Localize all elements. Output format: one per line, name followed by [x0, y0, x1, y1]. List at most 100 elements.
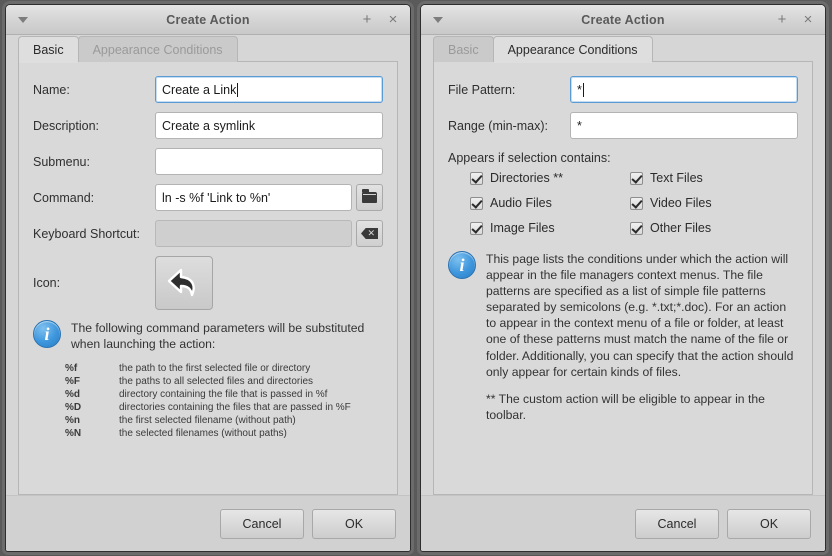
table-row: %n the first selected filename (without …: [33, 414, 383, 427]
close-icon: ×: [389, 12, 398, 27]
tab-appearance-conditions[interactable]: Appearance Conditions: [493, 36, 653, 62]
info-icon: i: [33, 320, 61, 348]
command-browse-button[interactable]: [356, 184, 383, 211]
tabstrip: Basic Appearance Conditions: [6, 35, 410, 62]
description-label: Description:: [33, 119, 155, 133]
description-row: Description: Create a symlink: [33, 112, 383, 139]
table-row: %D directories containing the files that…: [33, 401, 383, 414]
table-row: %f the path to the first selected file o…: [33, 362, 383, 375]
cancel-button[interactable]: Cancel: [635, 509, 719, 539]
ok-button[interactable]: OK: [727, 509, 811, 539]
checkbox-audio-files[interactable]: Audio Files: [470, 196, 630, 210]
icon-label: Icon:: [33, 276, 155, 290]
desktop-background: Create Action + × Basic Appearance Condi…: [0, 0, 832, 556]
checkbox-directories[interactable]: Directories **: [470, 171, 630, 185]
create-action-window-basic: Create Action + × Basic Appearance Condi…: [5, 4, 411, 552]
create-action-window-appearance: Create Action + × Basic Appearance Condi…: [420, 4, 826, 552]
caret-down-icon: [433, 17, 443, 23]
tab-basic-label: Basic: [33, 43, 64, 57]
text-caret: [583, 83, 584, 97]
appearance-conditions-info: i This page lists the conditions under w…: [448, 251, 798, 423]
range-input[interactable]: *: [570, 112, 798, 139]
cancel-button[interactable]: Cancel: [220, 509, 304, 539]
keyboard-shortcut-clear-button[interactable]: ✕: [356, 220, 383, 247]
param-key: %F: [33, 375, 119, 388]
command-parameters-table: %f the path to the first selected file o…: [33, 362, 383, 440]
checkbox-icon: [630, 197, 643, 210]
file-pattern-row: File Pattern: *: [448, 76, 798, 103]
name-input-value: Create a Link: [162, 83, 236, 97]
param-desc: the selected filenames (without paths): [119, 427, 383, 440]
checkbox-directories-label: Directories **: [490, 171, 563, 185]
name-label: Name:: [33, 83, 155, 97]
maximize-button[interactable]: +: [358, 11, 376, 29]
icon-chooser-button[interactable]: [155, 256, 213, 310]
checkbox-other-files[interactable]: Other Files: [630, 221, 798, 235]
name-input[interactable]: Create a Link: [155, 76, 383, 103]
submenu-input[interactable]: [155, 148, 383, 175]
command-input[interactable]: ln -s %f 'Link to %n': [155, 184, 352, 211]
param-desc: directories containing the files that ar…: [119, 401, 383, 414]
appearance-conditions-info-text: This page lists the conditions under whi…: [486, 251, 798, 423]
checkbox-video-files-label: Video Files: [650, 196, 712, 210]
checkbox-text-files-label: Text Files: [650, 171, 703, 185]
checkbox-icon: [470, 197, 483, 210]
titlebar-controls: + ×: [773, 11, 817, 29]
checkbox-video-files[interactable]: Video Files: [630, 196, 798, 210]
command-label: Command:: [33, 191, 155, 205]
keyboard-shortcut-row: Keyboard Shortcut: ✕: [33, 220, 383, 247]
table-row: %d directory containing the file that is…: [33, 388, 383, 401]
command-input-value: ln -s %f 'Link to %n': [162, 191, 270, 205]
param-key: %n: [33, 414, 119, 427]
table-row: %F the paths to all selected files and d…: [33, 375, 383, 388]
keyboard-shortcut-input[interactable]: [155, 220, 352, 247]
selection-contains-label: Appears if selection contains:: [448, 151, 798, 165]
tab-basic[interactable]: Basic: [433, 36, 494, 62]
param-key: %d: [33, 388, 119, 401]
window-menu-button[interactable]: [429, 11, 447, 29]
close-icon: ×: [804, 12, 813, 27]
titlebar[interactable]: Create Action + ×: [421, 5, 825, 35]
param-key: %D: [33, 401, 119, 414]
checkbox-audio-files-label: Audio Files: [490, 196, 552, 210]
checkbox-text-files[interactable]: Text Files: [630, 171, 798, 185]
tab-appearance-conditions-label: Appearance Conditions: [93, 43, 223, 57]
checkbox-icon: [470, 172, 483, 185]
footer-buttons: Cancel OK: [421, 495, 825, 551]
file-pattern-input[interactable]: *: [570, 76, 798, 103]
backspace-clear-icon: ✕: [361, 228, 378, 239]
window-title: Create Action: [421, 13, 825, 27]
checkbox-icon: [470, 222, 483, 235]
command-parameters-info-text: The following command parameters will be…: [71, 320, 383, 352]
titlebar[interactable]: Create Action + ×: [6, 5, 410, 35]
close-button[interactable]: ×: [799, 11, 817, 29]
description-input[interactable]: Create a symlink: [155, 112, 383, 139]
tab-basic[interactable]: Basic: [18, 36, 79, 62]
basic-tab-pane: Name: Create a Link Description: Create …: [18, 62, 398, 495]
footer-buttons: Cancel OK: [6, 495, 410, 551]
file-pattern-label: File Pattern:: [448, 83, 570, 97]
table-row: %N the selected filenames (without paths…: [33, 427, 383, 440]
close-button[interactable]: ×: [384, 11, 402, 29]
param-desc: directory containing the file that is pa…: [119, 388, 383, 401]
window-menu-button[interactable]: [14, 11, 32, 29]
name-row: Name: Create a Link: [33, 76, 383, 103]
tab-appearance-conditions[interactable]: Appearance Conditions: [78, 36, 238, 62]
appearance-conditions-pane: File Pattern: * Range (min-max): * Appea…: [433, 62, 813, 495]
info-paragraph-1: This page lists the conditions under whi…: [486, 251, 798, 380]
window-title: Create Action: [6, 13, 410, 27]
ok-button[interactable]: OK: [312, 509, 396, 539]
param-desc: the paths to all selected files and dire…: [119, 375, 383, 388]
param-key: %N: [33, 427, 119, 440]
param-desc: the first selected filename (without pat…: [119, 414, 383, 427]
range-label: Range (min-max):: [448, 119, 570, 133]
maximize-button[interactable]: +: [773, 11, 791, 29]
range-row: Range (min-max): *: [448, 112, 798, 139]
file-pattern-value: *: [577, 83, 582, 97]
tab-appearance-conditions-label: Appearance Conditions: [508, 43, 638, 57]
submenu-row: Submenu:: [33, 148, 383, 175]
checkbox-other-files-label: Other Files: [650, 221, 711, 235]
checkbox-image-files-label: Image Files: [490, 221, 555, 235]
checkbox-icon: [630, 222, 643, 235]
checkbox-image-files[interactable]: Image Files: [470, 221, 630, 235]
